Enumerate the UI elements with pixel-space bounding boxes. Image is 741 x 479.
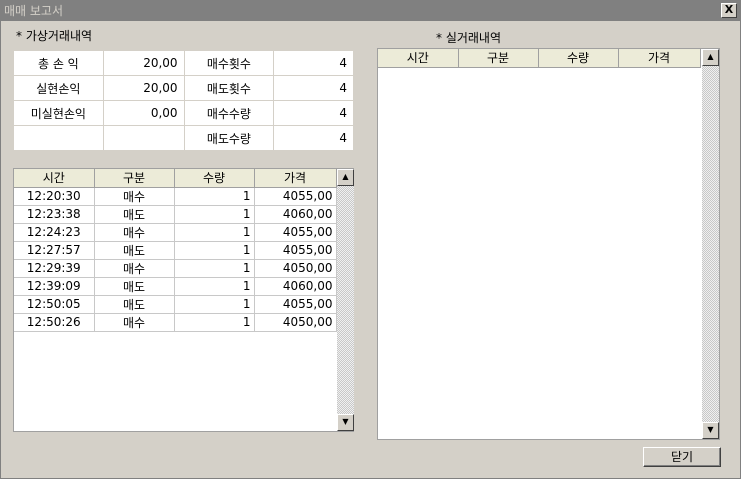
cell-qty: 1 bbox=[174, 313, 255, 332]
cell-qty: 1 bbox=[174, 205, 255, 224]
cell-price: 4055,00 bbox=[254, 295, 337, 314]
cell-time: 12:50:05 bbox=[14, 295, 95, 314]
table-row[interactable]: 12:39:09 매도 1 4060,00 bbox=[14, 277, 337, 296]
cell-type: 매수 bbox=[94, 313, 175, 332]
column-header[interactable]: 가격 bbox=[254, 169, 337, 188]
table-row[interactable]: 12:50:05 매도 1 4055,00 bbox=[14, 295, 337, 314]
summary-label1: 총 손 익 bbox=[13, 50, 104, 76]
table-row[interactable]: 12:50:26 매수 1 4050,00 bbox=[14, 313, 337, 332]
cell-qty: 1 bbox=[174, 259, 255, 278]
column-header[interactable]: 수량 bbox=[538, 49, 619, 68]
summary-label2: 매수횟수 bbox=[183, 50, 275, 76]
real-trades-scrollbar[interactable]: ▲ ▼ bbox=[702, 49, 719, 439]
cell-qty: 1 bbox=[174, 241, 255, 260]
summary-label2: 매도수량 bbox=[183, 125, 275, 151]
window-title: 매매 보고서 bbox=[4, 4, 64, 18]
summary-row: 매도수량 4 bbox=[13, 125, 354, 151]
summary-row: 총 손 익 20,00 매수횟수 4 bbox=[13, 50, 354, 76]
cell-qty: 1 bbox=[174, 277, 255, 296]
real-trades-label: * 실거래내역 bbox=[436, 31, 502, 45]
trade-report-window: 매매 보고서 X * 가상거래내역 * 실거래내역 총 손 익 20,00 매수횟수… bbox=[0, 0, 741, 479]
table-row[interactable]: 12:29:39 매수 1 4050,00 bbox=[14, 259, 337, 278]
virtual-trades-label: * 가상거래내역 bbox=[16, 29, 93, 43]
table-row[interactable]: 12:24:23 매수 1 4055,00 bbox=[14, 223, 337, 242]
cell-qty: 1 bbox=[174, 187, 255, 206]
close-icon[interactable]: X bbox=[721, 3, 737, 18]
cell-price: 4060,00 bbox=[254, 277, 337, 296]
cell-time: 12:39:09 bbox=[14, 277, 95, 296]
summary-value2: 4 bbox=[273, 50, 354, 76]
summary-label2: 매수수량 bbox=[183, 100, 275, 126]
title-bar[interactable]: 매매 보고서 X bbox=[1, 1, 740, 21]
table-row[interactable]: 12:23:38 매도 1 4060,00 bbox=[14, 205, 337, 224]
column-header[interactable]: 구분 bbox=[94, 169, 175, 188]
summary-value2: 4 bbox=[273, 75, 354, 101]
cell-price: 4055,00 bbox=[254, 187, 337, 206]
summary-label1: 실현손익 bbox=[13, 75, 104, 101]
cell-time: 12:24:23 bbox=[14, 223, 95, 242]
table-row[interactable]: 12:20:30 매수 1 4055,00 bbox=[14, 187, 337, 206]
cell-type: 매수 bbox=[94, 259, 175, 278]
summary-value1 bbox=[102, 125, 185, 151]
scroll-down-icon[interactable]: ▼ bbox=[702, 422, 719, 439]
cell-type: 매도 bbox=[94, 295, 175, 314]
summary-value1: 20,00 bbox=[102, 75, 185, 101]
summary-row: 미실현손익 0,00 매수수량 4 bbox=[13, 100, 354, 126]
summary-label2: 매도횟수 bbox=[183, 75, 275, 101]
cell-type: 매수 bbox=[94, 187, 175, 206]
cell-type: 매도 bbox=[94, 241, 175, 260]
scroll-up-icon[interactable]: ▲ bbox=[702, 49, 719, 66]
cell-time: 12:20:30 bbox=[14, 187, 95, 206]
cell-time: 12:29:39 bbox=[14, 259, 95, 278]
column-header[interactable]: 시간 bbox=[378, 49, 459, 68]
cell-time: 12:23:38 bbox=[14, 205, 95, 224]
cell-type: 매도 bbox=[94, 277, 175, 296]
cell-qty: 1 bbox=[174, 223, 255, 242]
cell-price: 4050,00 bbox=[254, 259, 337, 278]
column-header[interactable]: 구분 bbox=[458, 49, 539, 68]
summary-value2: 4 bbox=[273, 125, 354, 151]
cell-price: 4055,00 bbox=[254, 223, 337, 242]
cell-price: 4060,00 bbox=[254, 205, 337, 224]
cell-time: 12:27:57 bbox=[14, 241, 95, 260]
summary-row: 실현손익 20,00 매도횟수 4 bbox=[13, 75, 354, 101]
cell-price: 4050,00 bbox=[254, 313, 337, 332]
column-header[interactable]: 시간 bbox=[14, 169, 95, 188]
cell-type: 매도 bbox=[94, 205, 175, 224]
real-trades-grid[interactable]: 시간 구분 수량 가격 ▲ ▼ bbox=[377, 48, 720, 440]
virtual-trades-scrollbar[interactable]: ▲ ▼ bbox=[337, 169, 354, 431]
summary-value1: 20,00 bbox=[102, 50, 185, 76]
cell-type: 매수 bbox=[94, 223, 175, 242]
summary-label1: 미실현손익 bbox=[13, 100, 104, 126]
summary-label1 bbox=[13, 125, 104, 151]
summary-value1: 0,00 bbox=[102, 100, 185, 126]
column-header[interactable]: 수량 bbox=[174, 169, 255, 188]
cell-price: 4055,00 bbox=[254, 241, 337, 260]
cell-qty: 1 bbox=[174, 295, 255, 314]
summary-table: 총 손 익 20,00 매수횟수 4 실현손익 20,00 매도횟수 4 미실현손익 0,00 매수… bbox=[13, 50, 354, 151]
table-row[interactable]: 12:27:57 매도 1 4055,00 bbox=[14, 241, 337, 260]
close-button[interactable]: 닫기 bbox=[643, 447, 721, 467]
virtual-trades-grid[interactable]: 시간 구분 수량 가격 12:20:30 매수 1 4055,00 12:23:38 매도 1 40… bbox=[13, 168, 354, 432]
column-header[interactable]: 가격 bbox=[618, 49, 701, 68]
scroll-down-icon[interactable]: ▼ bbox=[337, 414, 354, 431]
cell-time: 12:50:26 bbox=[14, 313, 95, 332]
scroll-up-icon[interactable]: ▲ bbox=[337, 169, 354, 186]
summary-value2: 4 bbox=[273, 100, 354, 126]
